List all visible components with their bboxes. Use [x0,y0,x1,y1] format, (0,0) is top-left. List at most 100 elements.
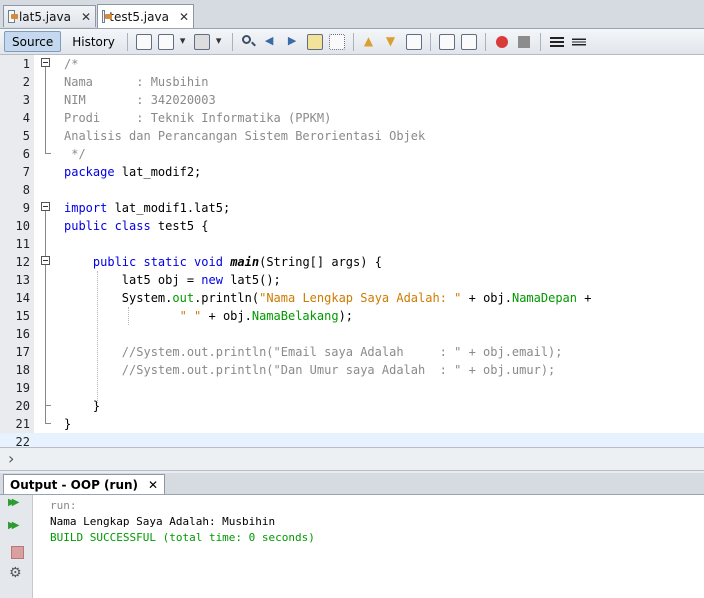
line-number: 12 [15,255,30,269]
line-number: 22 [15,435,30,447]
code-line[interactable]: 4 Prodi : Teknik Informatika (PPKM) [0,109,704,127]
last-edit-icon[interactable] [135,33,152,50]
forward-icon[interactable] [193,33,210,50]
find-next-icon[interactable] [285,34,301,50]
code-line[interactable]: 14 System.out.println("Nama Lengkap Saya… [0,289,704,307]
indent-guide [128,307,129,325]
start-macro-recording-icon[interactable] [494,34,510,50]
code-text[interactable]: //System.out.println("Email saya Adalah … [64,343,563,361]
code-line[interactable]: 5 Analisis dan Perancangan Sistem Berorie… [0,127,704,145]
java-file-icon [102,10,113,23]
line-number: 15 [15,309,30,323]
previous-bookmark-icon[interactable] [362,34,378,50]
code-line[interactable]: 12 public static void main(String[] args… [0,253,704,271]
output-line: Nama Lengkap Saya Adalah: Musbihin [50,515,276,528]
code-text[interactable]: Nama : Musbihin [64,73,209,91]
history-button[interactable]: History [65,31,122,52]
code-line[interactable]: 17 //System.out.println("Email saya Adal… [0,343,704,361]
code-text[interactable]: NIM : 342020003 [64,91,216,109]
code-line[interactable]: 7 package lat_modif2; [0,163,704,181]
fold-toggle-icon[interactable] [41,58,50,67]
output-console[interactable]: run: Nama Lengkap Saya Adalah: Musbihin … [33,495,704,598]
chevron-down-icon[interactable] [216,34,224,50]
code-text[interactable]: } [64,397,100,415]
code-text[interactable]: public class test5 { [64,217,209,235]
find-icon[interactable] [241,34,257,50]
toolbar-separator [352,32,354,51]
fold-toggle-icon[interactable] [41,202,50,211]
fold-guide [45,423,51,424]
uncomment-icon[interactable] [571,36,587,47]
settings-icon[interactable] [9,565,25,583]
tab-lat5-java[interactable]: lat5.java ✕ [3,5,96,27]
shift-right-icon[interactable] [460,33,477,50]
rerun-icon[interactable] [8,497,25,514]
output-tab-bar: Output - OOP (run) ✕ [0,473,704,495]
code-text[interactable]: import lat_modif1.lat5; [64,199,230,217]
editor-tab-strip: lat5.java ✕ test5.java ✕ [0,0,704,29]
code-text[interactable]: //System.out.println("Dan Umur saya Adal… [64,361,555,379]
fold-guide [45,153,51,154]
code-line[interactable]: 8 [0,181,704,199]
code-line[interactable]: 15 " " + obj.NamaBelakang); [0,307,704,325]
editor-toolbar: Source History [0,29,704,55]
output-tab-label: Output - OOP (run) [10,477,139,492]
code-line[interactable]: 3 NIM : 342020003 [0,91,704,109]
code-text[interactable]: package lat_modif2; [64,163,201,181]
code-text[interactable]: } [64,415,71,433]
code-text[interactable]: Analisis dan Perancangan Sistem Berorien… [64,127,425,145]
toggle-bookmark-icon[interactable] [405,33,422,50]
fold-guide [45,265,46,405]
tab-label: test5.java [109,9,169,24]
code-line[interactable]: 2 Nama : Musbihin [0,73,704,91]
close-icon[interactable]: ✕ [148,478,158,492]
code-line[interactable]: 22 [0,433,704,447]
close-icon[interactable]: ✕ [81,10,91,24]
source-button[interactable]: Source [4,31,62,52]
tab-test5-java[interactable]: test5.java ✕ [97,4,194,28]
code-line[interactable]: 1 /* [0,55,704,73]
toolbar-separator [484,32,486,51]
code-text[interactable]: " " + obj.NamaBelakang); [64,307,353,325]
code-line[interactable]: 10 public class test5 { [0,217,704,235]
fold-toggle-icon[interactable] [41,256,50,265]
code-editor[interactable]: 1 /* 2 Nama : Musbihin 3 NIM : 342020003 4 Prod… [0,55,704,447]
code-text[interactable]: public static void main(String[] args) { [64,253,382,271]
line-number: 17 [15,345,30,359]
next-bookmark-icon[interactable] [384,34,400,50]
code-line[interactable]: 19 [0,379,704,397]
code-line[interactable]: 16 [0,325,704,343]
line-number: 18 [15,363,30,377]
back-icon[interactable] [157,33,174,50]
line-number: 2 [22,75,30,89]
stop-icon[interactable] [9,544,25,560]
code-line[interactable]: 11 [0,235,704,253]
code-text[interactable]: Prodi : Teknik Informatika (PPKM) [64,109,331,127]
find-previous-icon[interactable] [263,34,279,50]
code-text[interactable]: System.out.println("Nama Lengkap Saya Ad… [64,289,592,307]
tab-output[interactable]: Output - OOP (run) ✕ [3,474,166,494]
toggle-highlight-icon[interactable] [306,33,323,50]
line-number: 3 [22,93,30,107]
fold-guide [45,67,46,153]
editor-navigation-bar: › [0,447,704,471]
code-line[interactable]: 18 //System.out.println("Dan Umur saya A… [0,361,704,379]
code-line[interactable]: 13 lat5 obj = new lat5(); [0,271,704,289]
line-number: 11 [15,237,30,251]
rerun-with-options-icon[interactable] [8,520,25,537]
code-text[interactable]: /* [64,55,78,73]
chevron-right-icon[interactable]: › [8,449,14,468]
close-icon[interactable]: ✕ [179,10,189,24]
chevron-down-icon[interactable] [180,34,188,50]
code-text[interactable]: */ [64,145,85,163]
line-number: 16 [15,327,30,341]
stop-macro-recording-icon[interactable] [516,34,532,50]
comment-icon[interactable] [549,34,565,50]
rectangular-selection-icon[interactable] [328,33,345,50]
code-line[interactable]: 20 } [0,397,704,415]
code-line[interactable]: 6 */ [0,145,704,163]
fold-guide [45,405,51,406]
code-line[interactable]: 9 import lat_modif1.lat5; [0,199,704,217]
shift-left-icon[interactable] [438,33,455,50]
code-line[interactable]: 21} [0,415,704,433]
